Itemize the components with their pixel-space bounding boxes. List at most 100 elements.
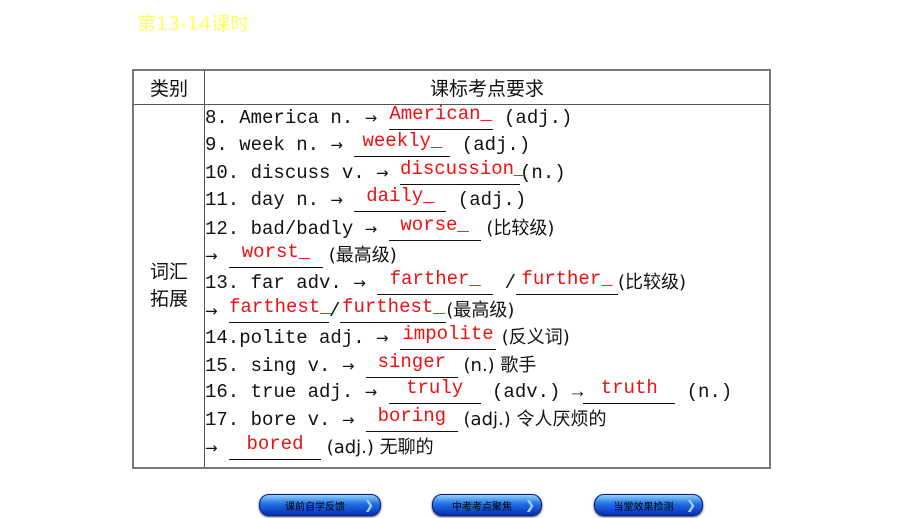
arrow-right-icon: → [364, 219, 378, 238]
answer-word: farthest_ [228, 295, 332, 318]
arrow-right-icon: → [330, 136, 343, 155]
answer-word: further_ [521, 268, 613, 291]
chevron-right-icon: ❯ [363, 498, 374, 512]
answer-word: boring [377, 405, 447, 428]
vocab-prefix: 8. America n. [205, 107, 365, 129]
answer-blank: farthest_ [228, 296, 332, 323]
table-row: 词汇 拓展 8. America n. → American_ (adj.) 9.… [132, 103, 771, 469]
answer-blank: farther_ [377, 268, 494, 296]
arrow-right-icon: → [205, 301, 218, 320]
category-line: 词汇 [149, 261, 188, 283]
nav-button-pre-study[interactable]: 课前自学反馈 ❯ [259, 494, 381, 516]
answer-word: bored [246, 432, 304, 455]
answer-blank: impolite [400, 323, 497, 351]
answer-blank: weekly_ [354, 130, 451, 158]
vocab-item: 11. day n. → daily_ (adj.) [205, 185, 769, 214]
table-header-row: 类别 课标考点要求 [132, 69, 771, 105]
arrow-right-icon: → [364, 109, 378, 127]
arrow-right-icon: → [341, 356, 355, 375]
chevron-right-icon: ❯ [685, 498, 696, 512]
nav-button-exam-focus[interactable]: 中考考点聚焦 ❯ [432, 494, 542, 516]
answer-word: furthest_ [342, 295, 445, 318]
vocab-suffix: (比较级) [480, 217, 555, 239]
vocab-prefix: 10. discuss v. [205, 161, 377, 184]
vocab-suffix: (n.) 歌手 [457, 354, 537, 376]
vocab-item: 17. bore v. → boring (adj.) 令人厌烦的 [205, 405, 769, 433]
vocab-suffix: (n.) [520, 161, 566, 184]
arrow-right-icon: → [341, 411, 355, 430]
answer-blank: worse_ [388, 214, 481, 241]
nav-button-label: 中考考点聚焦 [452, 501, 512, 513]
arrow-right-icon: → [205, 246, 218, 265]
vocab-suffix: (最高级) [446, 299, 515, 321]
vocab-item: 15. sing v. → singer (n.) 歌手 [205, 351, 769, 379]
header-category: 类别 [132, 69, 205, 105]
vocab-suffix: (adj.) [446, 189, 527, 212]
lesson-title: 第13-14课时 [137, 13, 250, 35]
category-line: 拓展 [149, 288, 188, 310]
vocab-suffix: (adj.) [450, 134, 531, 157]
vocab-suffix: (n.) [675, 380, 733, 403]
vocab-item: 10. discuss v. → discussion_(n.) [205, 158, 769, 187]
vocab-separator: / [493, 272, 517, 295]
vocab-suffix: (adj.) 无聊的 [320, 436, 434, 458]
vocab-prefix: 16. true adj. [205, 380, 365, 403]
nav-button-class-test[interactable]: 当堂效果检测 ❯ [594, 494, 703, 516]
category-cell: 词汇 拓展 [132, 104, 205, 469]
vocab-separator: (adv.) → [480, 380, 584, 403]
arrow-right-icon: → [330, 191, 343, 210]
vocab-suffix: (最高级) [322, 244, 397, 266]
answer-word: worst_ [241, 240, 311, 263]
vocab-item: 9. week n. → weekly_ (adj.) [205, 130, 769, 159]
answer-word: singer [377, 350, 447, 373]
answer-word: American_ [389, 103, 492, 125]
vocab-item: 12. bad/badly → worse_ (比较级) [205, 214, 769, 242]
vocab-prefix: 14.polite adj. [205, 327, 377, 350]
arrow-right-icon: → [376, 329, 389, 348]
answer-blank: bored [228, 433, 321, 460]
header-requirements: 课标考点要求 [204, 69, 771, 105]
answer-word: truly [406, 376, 464, 399]
answer-blank: daily_ [354, 185, 447, 213]
vocabulary-table: 类别 课标考点要求 词汇 拓展 8. America n. → American… [132, 69, 771, 469]
answer-blank: truth [583, 377, 676, 404]
arrow-right-icon: → [364, 382, 378, 401]
answer-word: worse_ [400, 213, 469, 236]
answer-blank: truly [388, 377, 481, 404]
vocab-prefix: 13. far adv. [205, 272, 354, 295]
answer-blank: further_ [516, 268, 619, 296]
vocab-list: 8. America n. → American_ (adj.) 9. week … [205, 103, 769, 461]
vocab-suffix: (adj.) 令人厌烦的 [457, 409, 607, 431]
vocab-item: → worst_ (最高级) [205, 241, 769, 269]
vocab-suffix: (adj.) [492, 107, 573, 129]
vocab-item: 8. America n. → American_ (adj.) [205, 103, 769, 132]
answer-blank: American_ [388, 103, 493, 130]
answer-blank: discussion_ [400, 158, 525, 185]
vocab-prefix: 9. week n. [205, 134, 331, 157]
vocab-prefix: 15. sing v. [205, 354, 342, 377]
vocab-item: → farthest_/furthest_(最高级) [205, 296, 769, 324]
arrow-right-icon: → [376, 163, 389, 182]
vocab-prefix: 12. bad/badly [205, 217, 365, 240]
answer-blank: boring [365, 405, 458, 433]
answer-word: farther_ [389, 268, 481, 291]
vocab-item: 16. true adj. → truly (adv.) → truth (n.) [205, 377, 769, 406]
answer-blank: furthest_ [340, 296, 447, 323]
answer-blank: worst_ [228, 241, 323, 268]
answer-word: impolite [402, 323, 494, 346]
nav-button-label: 课前自学反馈 [285, 501, 345, 513]
answer-blank: singer [365, 351, 458, 378]
requirements-cell: 8. America n. → American_ (adj.) 9. week … [204, 103, 771, 469]
vocab-item: 14.polite adj. → impolite (反义词) [205, 323, 769, 351]
chevron-right-icon: ❯ [524, 498, 535, 512]
vocab-suffix: (比较级) [618, 272, 687, 294]
vocab-prefix: 11. day n. [205, 189, 331, 212]
vocab-suffix: (反义词) [496, 327, 570, 349]
answer-word: daily_ [366, 185, 435, 208]
nav-button-label: 当堂效果检测 [613, 501, 674, 513]
vocab-item: 13. far adv. → farther_ / further_ (比较级) [205, 268, 769, 296]
arrow-right-icon: → [205, 438, 218, 457]
answer-word: discussion_ [400, 157, 526, 180]
answer-word: weekly_ [362, 130, 443, 153]
answer-word: truth [600, 376, 658, 399]
